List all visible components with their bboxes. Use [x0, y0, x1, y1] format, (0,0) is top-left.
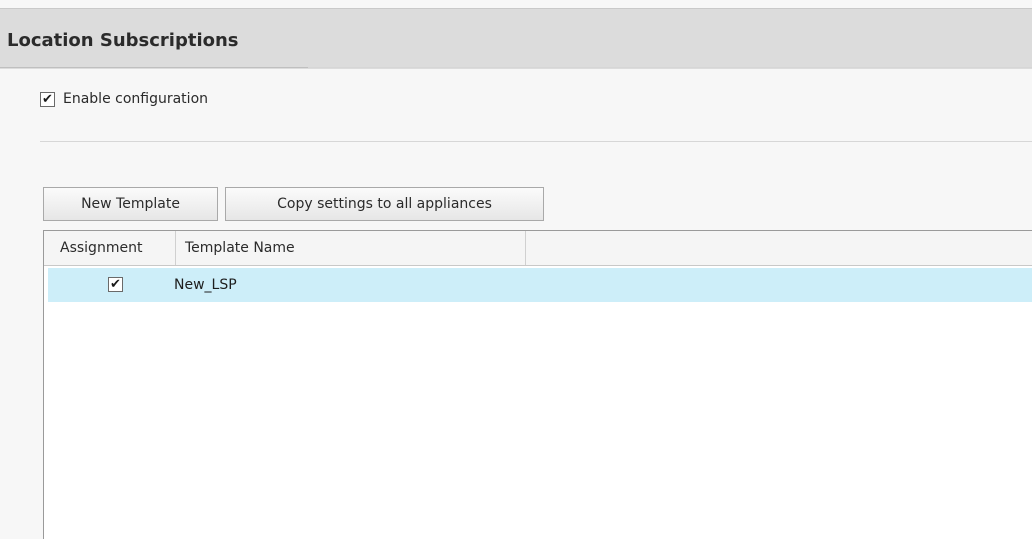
- copy-settings-button[interactable]: Copy settings to all appliances: [225, 187, 544, 221]
- header-underline-rest: [308, 67, 1032, 68]
- assignment-checkbox[interactable]: ✔: [108, 277, 123, 292]
- page-title: Location Subscriptions: [7, 30, 239, 51]
- new-template-button[interactable]: New Template: [43, 187, 218, 221]
- column-header-template-name[interactable]: Template Name: [176, 231, 526, 265]
- column-header-assignment[interactable]: Assignment: [44, 231, 176, 265]
- location-subscriptions-panel: Location Subscriptions ✔ Enable configur…: [0, 0, 1032, 539]
- enable-configuration-row[interactable]: ✔ Enable configuration: [40, 91, 208, 107]
- table-row[interactable]: ✔ New_LSP: [48, 268, 1032, 302]
- template-name-cell: New_LSP: [174, 277, 237, 293]
- grid-header: Assignment Template Name: [44, 231, 1032, 266]
- enable-configuration-label[interactable]: Enable configuration: [63, 91, 208, 107]
- templates-grid: Assignment Template Name ✔ New_LSP: [43, 230, 1032, 539]
- section-divider: [40, 141, 1032, 142]
- column-header-empty: [526, 231, 1032, 265]
- header-underline: [0, 67, 308, 68]
- check-icon: ✔: [42, 91, 53, 107]
- check-icon: ✔: [110, 277, 121, 292]
- enable-configuration-checkbox[interactable]: ✔: [40, 91, 55, 107]
